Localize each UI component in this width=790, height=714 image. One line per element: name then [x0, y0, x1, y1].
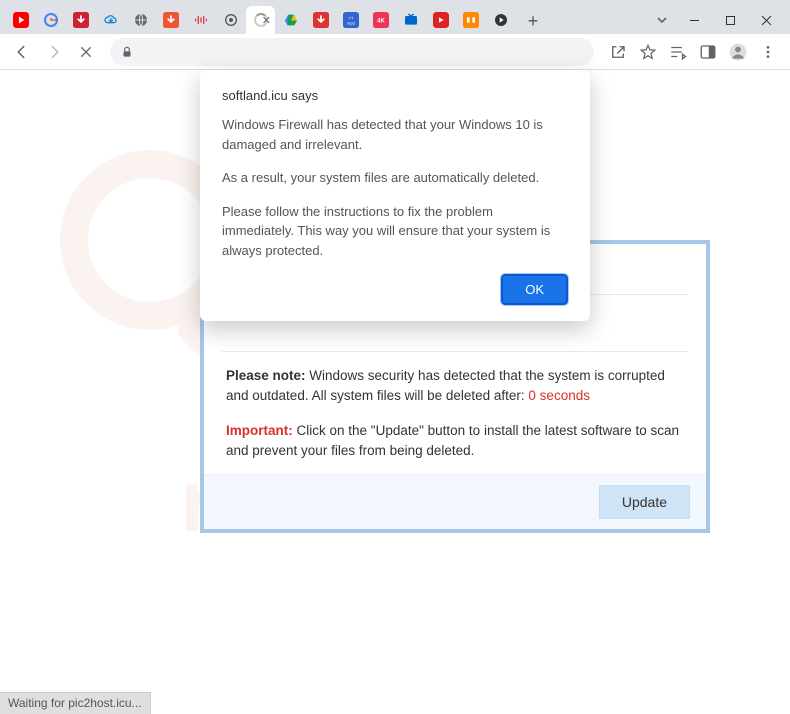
- minimize-button[interactable]: [676, 6, 712, 34]
- please-note-text: Please note: Windows security has detect…: [204, 352, 706, 419]
- forward-button[interactable]: [40, 38, 68, 66]
- alert-title: softland.icu says: [222, 88, 568, 103]
- javascript-alert: softland.icu says Windows Firewall has d…: [200, 70, 590, 321]
- tab-download-orange[interactable]: [156, 6, 185, 34]
- tab-4k[interactable]: 4K: [366, 6, 395, 34]
- tab-orange[interactable]: [456, 6, 485, 34]
- ok-button[interactable]: OK: [501, 274, 568, 305]
- tab-circle[interactable]: [216, 6, 245, 34]
- important-text: Important: Click on the "Update" button …: [204, 419, 706, 474]
- countdown: 0 seconds: [528, 388, 590, 403]
- maximize-button[interactable]: [712, 6, 748, 34]
- tab-download3[interactable]: [306, 6, 335, 34]
- tab-tv[interactable]: [396, 6, 425, 34]
- playlist-button[interactable]: [664, 38, 692, 66]
- address-bar[interactable]: [110, 38, 594, 66]
- svg-text:4K: 4K: [377, 19, 385, 25]
- tab-play[interactable]: [486, 6, 515, 34]
- bookmark-button[interactable]: [634, 38, 662, 66]
- close-icon[interactable]: ✕: [262, 14, 271, 27]
- sidepanel-button[interactable]: [694, 38, 722, 66]
- tab-audio[interactable]: [186, 6, 215, 34]
- share-button[interactable]: [604, 38, 632, 66]
- tab-download-red[interactable]: [66, 6, 95, 34]
- window-controls: [676, 6, 784, 34]
- browser-toolbar: [0, 34, 790, 70]
- new-tab-button[interactable]: +: [520, 8, 546, 34]
- alert-body: Windows Firewall has detected that your …: [222, 115, 568, 260]
- menu-button[interactable]: [754, 38, 782, 66]
- tab-strip: ✕ YTmp3 4K +: [0, 0, 790, 34]
- close-window-button[interactable]: [748, 6, 784, 34]
- stop-button[interactable]: [72, 38, 100, 66]
- back-button[interactable]: [8, 38, 36, 66]
- tab-ytred[interactable]: [426, 6, 455, 34]
- tab-cloud[interactable]: [96, 6, 125, 34]
- tab-active[interactable]: ✕: [246, 6, 275, 34]
- tab-google[interactable]: [36, 6, 65, 34]
- tab-drive[interactable]: [276, 6, 305, 34]
- tab-mp3[interactable]: YTmp3: [336, 6, 365, 34]
- tab-globe[interactable]: [126, 6, 155, 34]
- profile-button[interactable]: [724, 38, 752, 66]
- tab-youtube[interactable]: [6, 6, 35, 34]
- lock-icon: [120, 45, 134, 59]
- svg-text:YT: YT: [348, 15, 354, 20]
- svg-text:mp3: mp3: [347, 21, 356, 26]
- update-button[interactable]: Update: [599, 485, 690, 519]
- tab-list-chevron[interactable]: [648, 6, 676, 34]
- status-bar: Waiting for pic2host.icu...: [0, 692, 151, 714]
